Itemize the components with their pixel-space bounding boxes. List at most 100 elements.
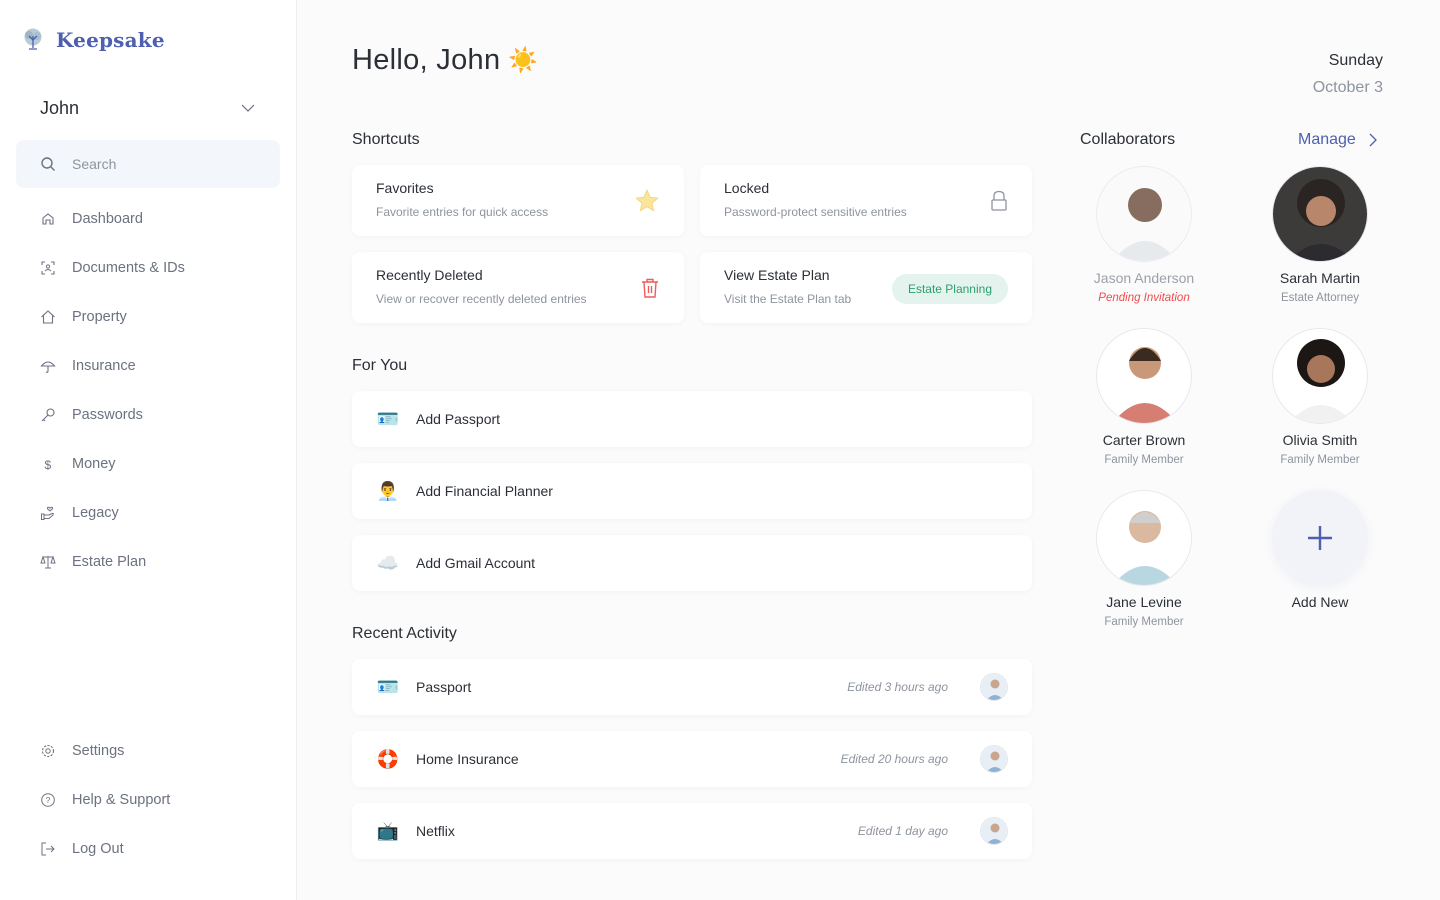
svg-text:?: ? [46, 795, 51, 805]
for-you-item-gmail[interactable]: ☁️ Add Gmail Account [352, 535, 1032, 591]
shortcut-title: Recently Deleted [376, 267, 483, 283]
sidebar-item-settings[interactable]: Settings [40, 739, 124, 763]
editor-avatar [980, 817, 1008, 845]
day-of-week: Sunday [1328, 52, 1383, 69]
avatar [1096, 490, 1192, 586]
star-icon [635, 188, 659, 212]
edited-timestamp: Edited 3 hours ago [847, 680, 948, 694]
recent-item-passport[interactable]: 🪪 Passport Edited 3 hours ago [352, 659, 1032, 715]
gear-icon [41, 744, 55, 758]
list-item-label: Netflix [416, 823, 455, 839]
date-display: Sunday October 3 [1313, 52, 1383, 97]
television-icon: 📺 [376, 820, 400, 841]
shortcuts-heading: Shortcuts [352, 131, 420, 148]
collaborator-card[interactable]: Sarah Martin Estate Attorney [1240, 166, 1400, 304]
recent-activity-heading: Recent Activity [352, 625, 457, 642]
current-user-name: John [40, 97, 80, 118]
list-item-label: Add Financial Planner [416, 483, 553, 499]
lifebuoy-icon: 🛟 [376, 748, 400, 769]
edited-timestamp: Edited 20 hours ago [840, 752, 948, 766]
svg-text:$: $ [45, 458, 52, 472]
collaborator-name: Carter Brown [1102, 432, 1186, 448]
chevron-right-icon [1369, 133, 1377, 147]
collaborator-role: Family Member [1104, 454, 1184, 466]
app-name: Keepsake [56, 28, 165, 52]
page-title: Hello, John [352, 44, 501, 76]
collaborator-card[interactable]: Jane Levine Family Member [1064, 490, 1224, 628]
list-item-label: Passport [416, 679, 472, 695]
shortcut-description: Password-protect sensitive entries [724, 205, 907, 219]
add-avatar-circle [1272, 490, 1368, 586]
key-icon [41, 408, 55, 422]
sidebar-item-property[interactable]: Property [40, 305, 127, 329]
collaborator-card[interactable]: Carter Brown Family Member [1064, 328, 1224, 466]
edited-timestamp: Edited 1 day ago [857, 824, 948, 838]
shortcut-title: Favorites [376, 180, 434, 196]
sidebar-item-insurance[interactable]: Insurance [40, 354, 136, 378]
estate-planning-badge[interactable]: Estate Planning [891, 274, 1008, 304]
sidebar-item-label: Help & Support [72, 792, 171, 808]
shortcut-view-estate-plan[interactable]: View Estate Plan Visit the Estate Plan t… [700, 252, 1032, 323]
passport-icon: 🪪 [376, 408, 400, 429]
sidebar-item-label: Log Out [72, 841, 124, 857]
sidebar-item-legacy[interactable]: Legacy [40, 501, 119, 525]
manage-collaborators-link[interactable]: Manage [1298, 131, 1378, 149]
add-collaborator-button[interactable]: Add New [1240, 490, 1400, 610]
collaborator-role: Family Member [1104, 616, 1184, 628]
collaborator-card[interactable]: Jason Anderson Pending Invitation [1064, 166, 1224, 304]
shortcut-favorites[interactable]: Favorites Favorite entries for quick acc… [352, 165, 684, 236]
cloud-icon: ☁️ [376, 552, 400, 573]
for-you-item-passport[interactable]: 🪪 Add Passport [352, 391, 1032, 447]
id-scan-icon [41, 261, 55, 275]
date-text: October 3 [1312, 79, 1383, 96]
list-item-label: Add Gmail Account [416, 555, 536, 571]
umbrella-icon [40, 361, 56, 373]
collaborator-card[interactable]: Olivia Smith Family Member [1240, 328, 1400, 466]
shortcut-locked[interactable]: Locked Password-protect sensitive entrie… [700, 165, 1032, 236]
sidebar-item-documents[interactable]: Documents & IDs [40, 256, 185, 280]
collaborator-role: Family Member [1280, 454, 1360, 466]
sidebar-item-label: Passwords [72, 407, 143, 423]
shortcut-description: Favorite entries for quick access [376, 205, 549, 219]
lock-icon [991, 190, 1007, 211]
search-input[interactable] [72, 156, 252, 172]
user-switcher[interactable]: John [40, 94, 256, 122]
sidebar-item-label: Estate Plan [72, 554, 147, 570]
sidebar-item-dashboard[interactable]: Dashboard [40, 207, 143, 231]
search-icon [41, 157, 55, 171]
shortcut-title: Locked [724, 180, 770, 196]
tree-logo-icon [24, 28, 42, 50]
editor-avatar [980, 673, 1008, 701]
shortcut-recently-deleted[interactable]: Recently Deleted View or recover recentl… [352, 252, 684, 323]
sidebar-item-logout[interactable]: Log Out [40, 837, 124, 861]
app-logo[interactable]: Keepsake [20, 28, 165, 52]
sun-icon: ☀️ [508, 47, 539, 74]
for-you-item-financial-planner[interactable]: 👨‍💼 Add Financial Planner [352, 463, 1032, 519]
sidebar-item-passwords[interactable]: Passwords [40, 403, 143, 427]
collaborator-name: Olivia Smith [1282, 432, 1358, 448]
logout-icon [41, 842, 55, 856]
sidebar: Keepsake John Dashboard Documents & IDs … [0, 0, 297, 900]
avatar [1272, 166, 1368, 262]
sidebar-item-money[interactable]: $ Money [40, 452, 116, 476]
avatar [1272, 328, 1368, 424]
office-worker-icon: 👨‍💼 [376, 480, 400, 501]
house-icon [41, 310, 55, 324]
recent-item-netflix[interactable]: 📺 Netflix Edited 1 day ago [352, 803, 1032, 859]
recent-item-home-insurance[interactable]: 🛟 Home Insurance Edited 20 hours ago [352, 731, 1032, 787]
sidebar-item-help[interactable]: ? Help & Support [40, 788, 170, 812]
list-item-label: Add Passport [416, 411, 501, 427]
greeting: Hello, John ☀️ [352, 44, 538, 77]
sidebar-item-label: Insurance [72, 358, 136, 374]
collaborator-role: Estate Attorney [1281, 292, 1359, 304]
avatar [1096, 328, 1192, 424]
manage-label: Manage [1298, 131, 1356, 148]
sidebar-item-estate-plan[interactable]: Estate Plan [40, 550, 146, 574]
sidebar-item-label: Money [72, 456, 116, 472]
search-box [16, 140, 280, 188]
for-you-heading: For You [352, 357, 408, 374]
plus-icon [1308, 526, 1332, 550]
avatar [1096, 166, 1192, 262]
editor-avatar [980, 745, 1008, 773]
sidebar-item-label: Property [72, 309, 127, 325]
